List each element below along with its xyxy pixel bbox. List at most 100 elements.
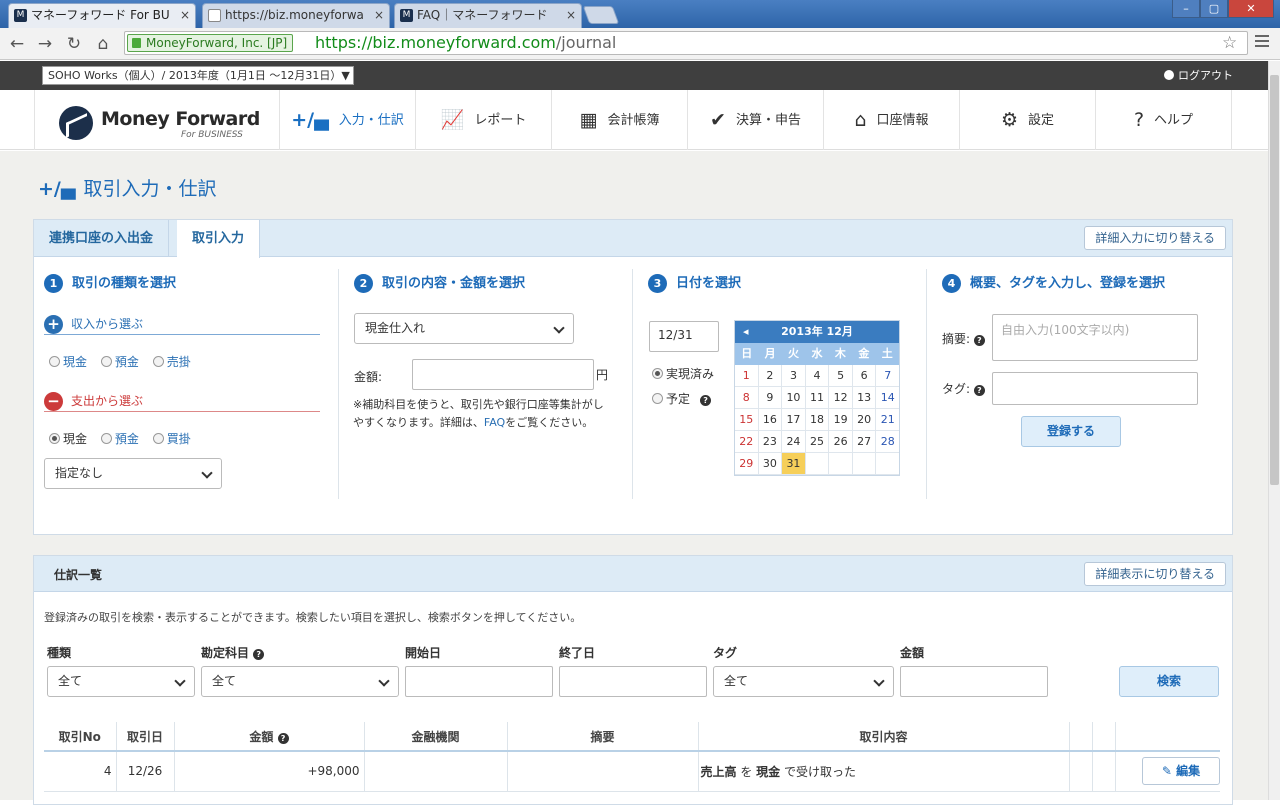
nav-item-settlement[interactable]: ✔ 決算・申告 [688,90,824,150]
calendar-day[interactable]: 20 [852,409,877,431]
close-tab-icon[interactable]: × [180,4,190,27]
calendar-day[interactable]: 17 [782,409,806,431]
radio-income-deposit[interactable]: 預金 [100,353,139,370]
date-input[interactable]: 12/31 [649,321,719,352]
close-tab-icon[interactable]: × [374,4,384,27]
summary-textarea[interactable]: 自由入力(100文字以内) [992,314,1198,361]
tag-input[interactable] [992,372,1198,405]
home-icon[interactable]: ⌂ [92,33,114,55]
calendar-day[interactable]: 22 [735,431,759,453]
col-content: 取引内容 [698,722,1070,752]
prev-month-icon[interactable]: ◂ [743,321,749,343]
calendar-day[interactable]: 29 [735,453,759,475]
nav-item-report[interactable]: 📈 レポート [416,90,552,150]
reload-icon[interactable]: ↻ [63,33,85,55]
radio-expense-deposit[interactable]: 預金 [100,430,139,447]
calendar-day[interactable]: 11 [805,387,830,409]
calendar-day[interactable]: 15 [735,409,759,431]
calendar-day[interactable]: 1 [735,365,759,387]
nav-item-accounts[interactable]: ⌂ 口座情報 [824,90,960,150]
logout-link[interactable]: ログアウト [1164,67,1233,83]
close-window-button[interactable]: ✕ [1228,0,1274,18]
help-icon[interactable]: ? [973,335,985,346]
calendar-day[interactable]: 24 [782,431,806,453]
calendar-day[interactable]: 8 [735,387,759,409]
calendar-day[interactable]: 6 [852,365,877,387]
office-fiscal-year-select[interactable]: SOHO Works（個人）/ 2013年度（1月1日 ～12月31日）▼ [42,66,354,85]
calendar-day[interactable]: 10 [782,387,806,409]
transaction-content-select[interactable]: 現金仕入れ [354,313,574,344]
section-divider [338,269,339,499]
calendar-day[interactable]: 3 [782,365,806,387]
new-tab-button[interactable] [582,6,620,24]
minimize-button[interactable]: – [1172,0,1200,18]
radio-income-receivable[interactable]: 売掛 [152,353,191,370]
tab-linked-accounts[interactable]: 連携口座の入出金 [34,220,170,257]
calendar-day[interactable]: 19 [829,409,853,431]
browser-tab-moneyforward[interactable]: M マネーフォワード For BU × [8,3,196,28]
browser-tab-url[interactable]: https://biz.moneyforwa × [202,3,390,28]
address-bar[interactable]: MoneyForward, Inc. [JP] https://biz.mone… [124,31,1248,55]
help-icon[interactable]: ? [253,649,265,660]
radio-expense-cash[interactable]: 現金 [49,430,87,447]
filter-end-date-input[interactable] [559,666,707,697]
calendar-day[interactable]: 16 [758,409,783,431]
maximize-button[interactable]: ▢ [1200,0,1228,18]
calendar-day[interactable]: 23 [758,431,783,453]
close-tab-icon[interactable]: × [566,4,576,27]
back-arrow-icon[interactable]: ← [6,33,28,55]
faq-link[interactable]: FAQ [484,416,505,429]
calendar-day[interactable]: 5 [829,365,853,387]
help-icon[interactable]: ? [973,385,985,396]
amount-input[interactable] [412,359,594,390]
filter-amount-input[interactable] [900,666,1048,697]
bookmark-star-icon[interactable]: ☆ [1222,33,1237,53]
calendar-day[interactable]: 9 [758,387,783,409]
radio-label: 預金 [114,355,139,369]
col-actions [1115,722,1220,752]
calendar-day[interactable]: 18 [805,409,830,431]
radio-expense-payable[interactable]: 買掛 [152,430,191,447]
nav-item-settings[interactable]: ⚙ 設定 [960,90,1096,150]
calendar-day[interactable]: 14 [876,387,900,409]
help-icon[interactable]: ? [700,395,712,406]
calendar-day[interactable]: 25 [805,431,830,453]
browser-menu-icon[interactable] [1255,35,1269,47]
nav-item-books[interactable]: ▦ 会計帳簿 [552,90,688,150]
radio-realized[interactable]: 実現済み [652,365,714,382]
search-button[interactable]: 検索 [1119,666,1219,697]
nav-item-help[interactable]: ? ヘルプ [1096,90,1232,150]
switch-detailed-view-button[interactable]: 詳細表示に切り替える [1084,562,1226,586]
calendar-day[interactable]: 26 [829,431,853,453]
calendar-day[interactable]: 12 [829,387,853,409]
radio-planned[interactable]: 予定 [652,390,690,407]
switch-detailed-input-button[interactable]: 詳細入力に切り替える [1084,226,1226,250]
filter-account-select[interactable]: 全て [201,666,399,697]
calendar-day[interactable]: 13 [852,387,877,409]
calendar-day[interactable]: 27 [852,431,877,453]
browser-tab-faq[interactable]: M FAQ｜マネーフォワード × [394,3,582,28]
calendar-day[interactable]: 2 [758,365,783,387]
calendar-day[interactable]: 4 [805,365,830,387]
calendar-day[interactable]: 28 [876,431,900,453]
scrollbar-thumb[interactable] [1270,75,1279,485]
help-icon[interactable]: ? [277,732,289,744]
calendar-day[interactable]: 21 [876,409,900,431]
filter-type-select[interactable]: 全て [47,666,195,697]
register-button[interactable]: 登録する [1021,416,1121,447]
sub-account-note: ※補助科目を使うと、取引先や銀行口座等集計がしやすくなります。詳細は、FAQをご… [353,396,613,432]
forward-arrow-icon[interactable]: → [34,33,56,55]
tab-transaction-input[interactable]: 取引入力 [177,220,261,258]
moneyforward-logo[interactable]: Money Forward For BUSINESS [34,90,280,150]
calendar-day[interactable]: 31 [782,453,806,475]
calendar-day[interactable]: 30 [758,453,783,475]
edit-button[interactable]: ✎ 編集 [1142,757,1220,786]
nav-item-input-journal[interactable]: +/▄ 入力・仕訳 [280,90,416,150]
filter-start-date-input[interactable] [405,666,553,697]
sub-account-select[interactable]: 指定なし [44,458,222,489]
nav-label: 入力・仕訳 [338,113,404,128]
filter-tag-select[interactable]: 全て [713,666,894,697]
radio-income-cash[interactable]: 現金 [49,353,87,370]
calendar-day[interactable]: 7 [876,365,900,387]
ev-security-badge[interactable]: MoneyForward, Inc. [JP] [127,34,294,52]
